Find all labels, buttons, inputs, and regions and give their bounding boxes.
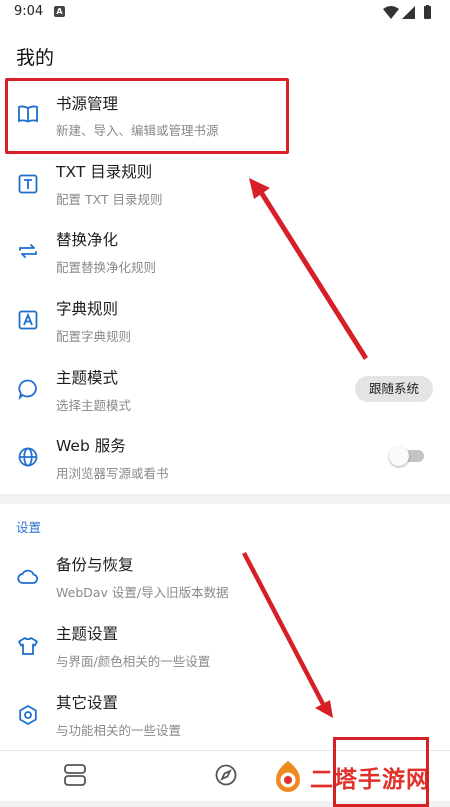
compass-icon[interactable] [213, 762, 239, 788]
menu-item-title: Web 服务 [56, 437, 126, 455]
menu-item-title: TXT 目录规则 [56, 163, 153, 181]
menu-item-title: 字典规则 [56, 300, 119, 318]
hexagon-settings-icon [19, 704, 37, 726]
system-status-icons [383, 5, 431, 19]
page-title: 我的 [16, 47, 55, 69]
annotation-highlight-profile-tab [333, 737, 429, 807]
menu-item-subtitle: 配置替换净化规则 [56, 260, 157, 275]
swap-arrows-icon [19, 244, 37, 258]
bookshelf-icon[interactable] [62, 762, 88, 788]
menu-item-title: 其它设置 [56, 694, 119, 712]
notification-icon: A [54, 6, 65, 17]
web-service-toggle[interactable] [389, 446, 409, 466]
menu-item-subtitle: 与功能相关的一些设置 [56, 723, 182, 738]
wifi-icon [383, 6, 399, 19]
globe-icon [18, 447, 38, 467]
menu-item-title: 备份与恢复 [56, 556, 134, 574]
menu-item-theme-settings[interactable]: 主题设置 与界面/颜色相关的一些设置 [0, 612, 450, 680]
menu-item-backup-restore[interactable]: 备份与恢复 WebDav 设置/导入旧版本数据 [0, 543, 450, 611]
status-time: 9:04 [14, 4, 44, 19]
watermark-logo-icon [276, 761, 300, 792]
menu-item-subtitle: 选择主题模式 [56, 398, 132, 413]
menu-item-subtitle: 与界面/颜色相关的一些设置 [56, 654, 211, 669]
tshirt-icon [18, 637, 38, 655]
menu-item-subtitle: WebDav 设置/导入旧版本数据 [56, 585, 229, 600]
menu-item-replace-rules[interactable]: 替换净化 配置替换净化规则 [0, 218, 450, 286]
menu-item-dictionary-rules[interactable]: 字典规则 配置字典规则 [0, 287, 450, 355]
status-bar: 9:04 A [0, 0, 450, 26]
txt-box-icon [18, 174, 38, 194]
menu-item-title: 主题设置 [56, 625, 119, 643]
menu-item-subtitle: 配置 TXT 目录规则 [56, 192, 163, 207]
menu-item-web-service[interactable]: Web 服务 用浏览器写源或看书 [0, 424, 450, 492]
section-header-settings: 设置 [16, 520, 42, 535]
menu-item-subtitle: 配置字典规则 [56, 329, 132, 344]
dictionary-box-icon [18, 310, 38, 330]
battery-icon [424, 6, 431, 19]
menu-item-subtitle: 用浏览器写源或看书 [56, 466, 169, 481]
menu-item-txt-rules[interactable]: TXT 目录规则 配置 TXT 目录规则 [0, 150, 450, 218]
annotation-highlight-book-source [5, 78, 289, 154]
signal-icon [402, 6, 415, 19]
menu-item-title: 主题模式 [56, 369, 119, 387]
menu-item-title: 替换净化 [56, 231, 119, 249]
cloud-icon [17, 569, 39, 584]
speech-bubble-icon [18, 379, 37, 401]
theme-mode-value-chip[interactable]: 跟随系统 [355, 376, 433, 402]
